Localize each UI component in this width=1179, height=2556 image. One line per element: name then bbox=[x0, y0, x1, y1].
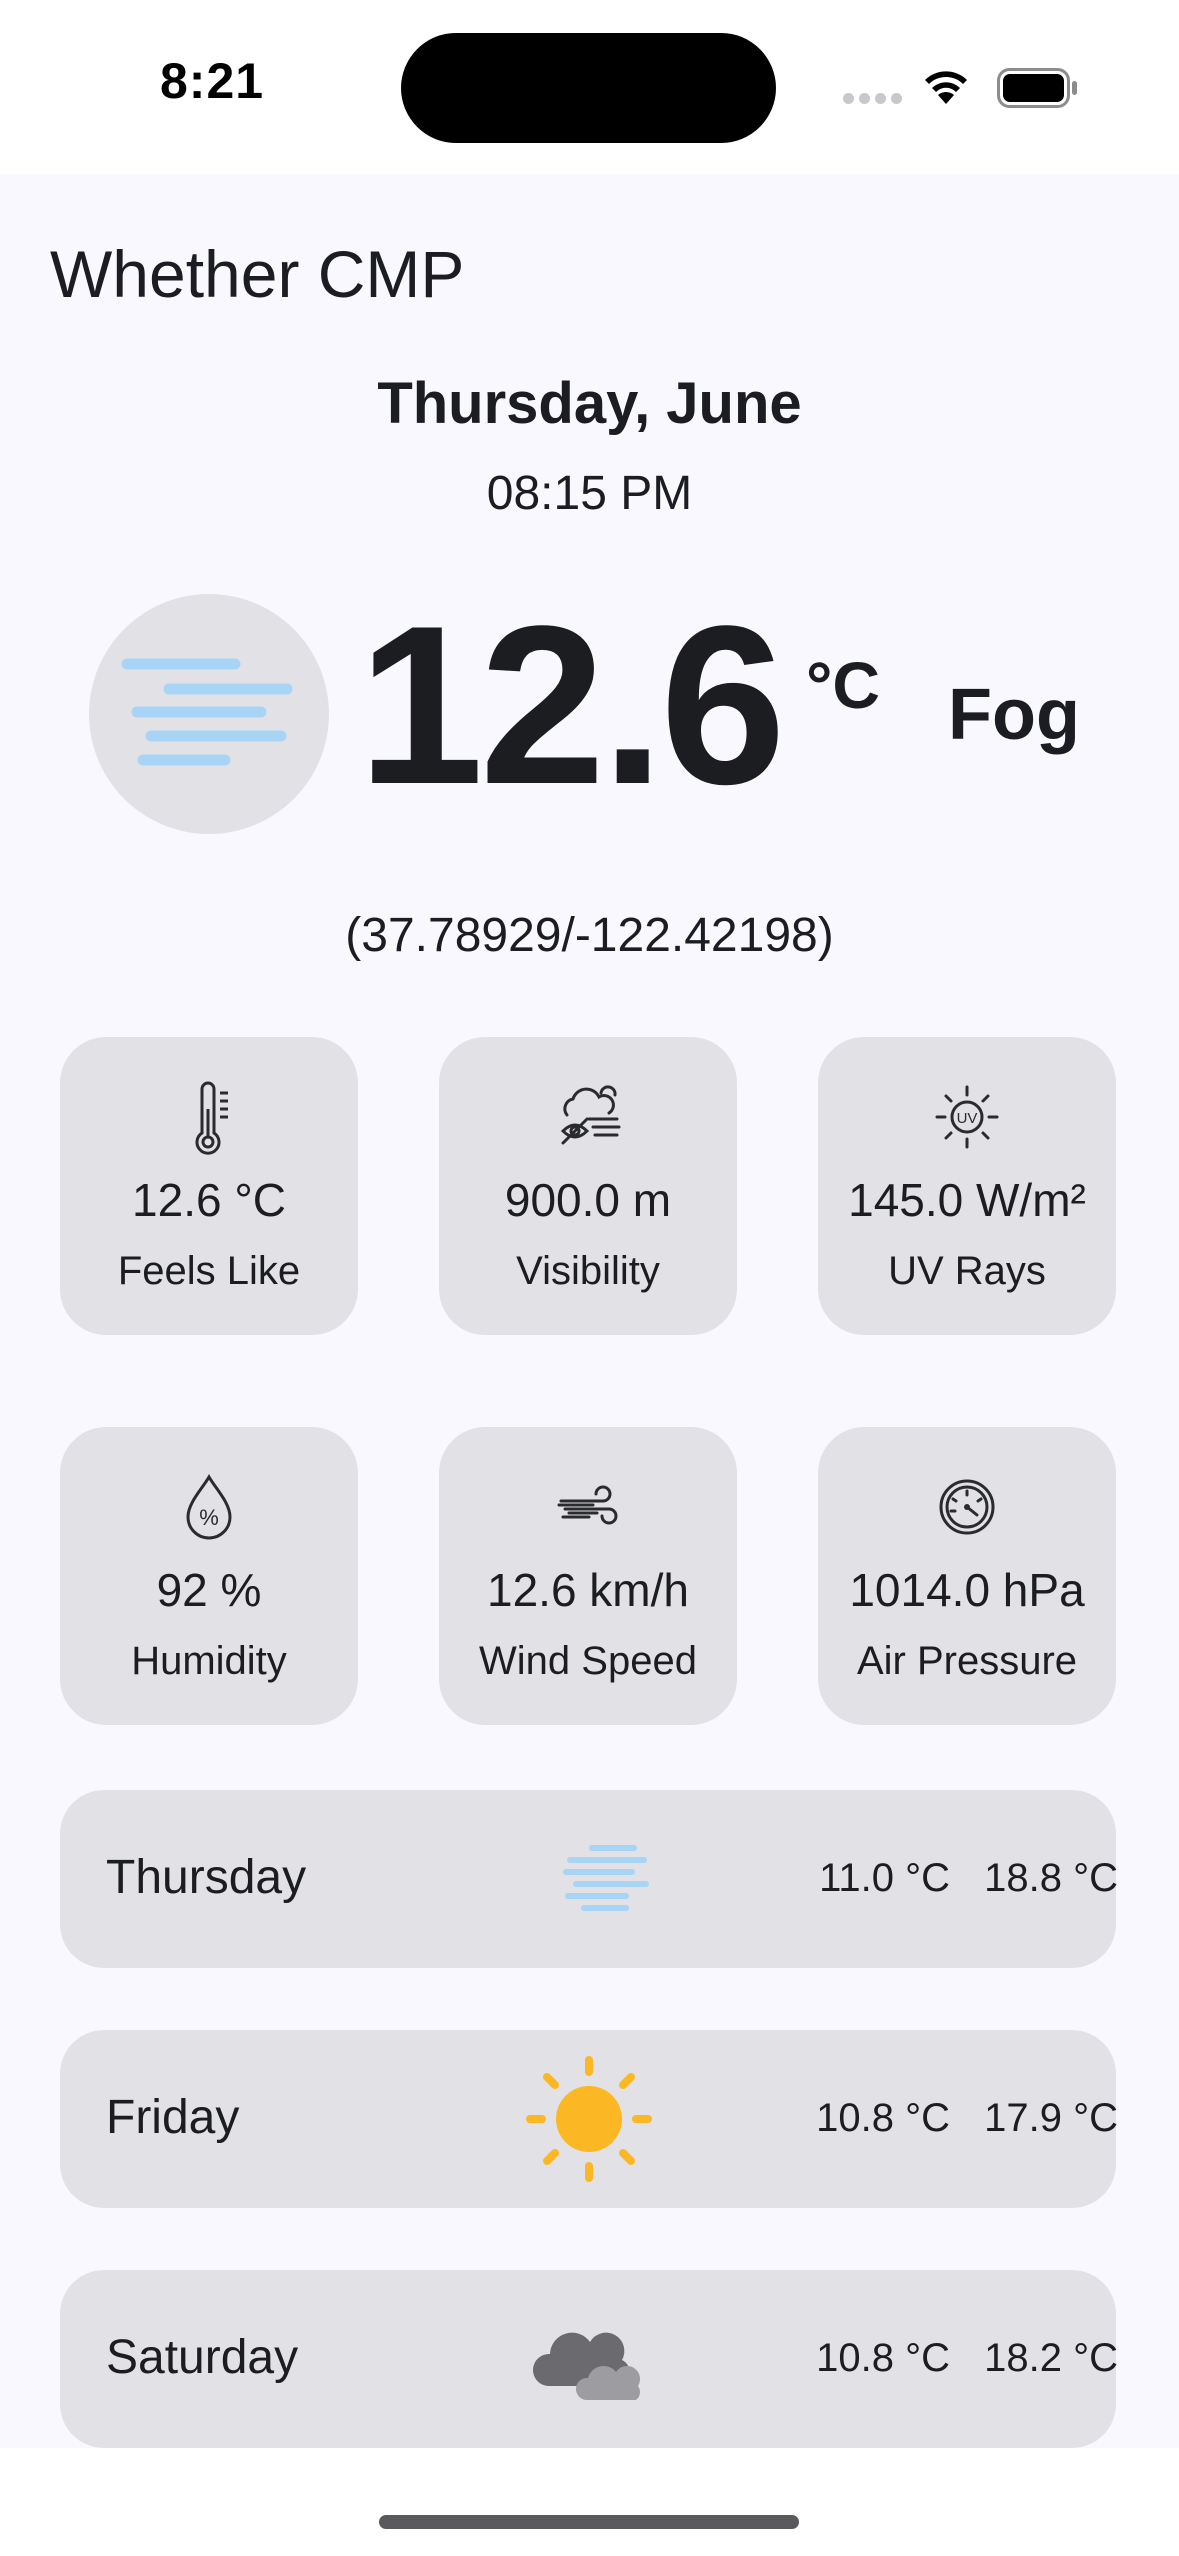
stat-card-feels-like: 12.6 °C Feels Like bbox=[60, 1037, 358, 1335]
battery-icon bbox=[997, 68, 1077, 108]
uv-icon: UV bbox=[935, 1085, 999, 1149]
app-title: Whether CMP bbox=[50, 237, 465, 311]
air-pressure-value: 1014.0 hPa bbox=[849, 1564, 1085, 1616]
stat-card-uv-rays: UV 145.0 W/m² UV Rays bbox=[818, 1037, 1116, 1335]
pressure-gauge-icon bbox=[939, 1479, 995, 1535]
wind-speed-label: Wind Speed bbox=[479, 1639, 697, 1683]
fog-icon bbox=[563, 1845, 649, 1911]
svg-text:%: % bbox=[199, 1505, 219, 1530]
stat-card-air-pressure: 1014.0 hPa Air Pressure bbox=[818, 1427, 1116, 1725]
forecast-min-temp: 11.0 °C bbox=[819, 1856, 950, 1900]
wind-speed-value: 12.6 km/h bbox=[487, 1564, 689, 1616]
dynamic-island bbox=[401, 33, 776, 143]
fog-icon bbox=[121, 658, 293, 766]
status-time: 8:21 bbox=[160, 53, 265, 109]
humidity-value: 92 % bbox=[156, 1564, 262, 1616]
thermometer-icon bbox=[195, 1081, 228, 1155]
temperature-unit: °C bbox=[806, 648, 881, 722]
cloud-icon bbox=[532, 2332, 641, 2400]
main-content: Whether CMP Thursday, June 08:15 PM 12.6… bbox=[0, 174, 1179, 2448]
stat-card-humidity: % 92 % Humidity bbox=[60, 1427, 358, 1725]
visibility-value: 900.0 m bbox=[504, 1174, 672, 1226]
humidity-label: Humidity bbox=[131, 1639, 287, 1683]
weather-screen: 8:21 Whether CMP Thursday, June 08:15 PM bbox=[0, 0, 1179, 2556]
wind-icon bbox=[557, 1485, 618, 1525]
feels-like-label: Feels Like bbox=[117, 1249, 301, 1293]
status-bar: 8:21 bbox=[0, 0, 1179, 174]
svg-text:UV: UV bbox=[957, 1110, 978, 1127]
humidity-icon: % bbox=[186, 1474, 232, 1540]
current-condition: Fog bbox=[948, 675, 1080, 755]
visibility-icon bbox=[560, 1085, 621, 1145]
cellular-signal-icon bbox=[843, 93, 903, 105]
current-time: 08:15 PM bbox=[486, 467, 693, 520]
home-indicator[interactable] bbox=[379, 2515, 799, 2529]
current-condition-icon-circle bbox=[89, 594, 329, 834]
current-date: Thursday, June bbox=[377, 371, 802, 436]
stat-card-wind-speed: 12.6 km/h Wind Speed bbox=[439, 1427, 737, 1725]
forecast-row-friday[interactable]: Friday 10.8 °C 17.9 °C bbox=[60, 2030, 1118, 2208]
forecast-max-temp: 18.8 °C bbox=[984, 1856, 1118, 1900]
forecast-day: Saturday bbox=[106, 2331, 299, 2384]
forecast-max-temp: 17.9 °C bbox=[984, 2096, 1118, 2140]
location-coordinates: (37.78929/-122.42198) bbox=[345, 909, 834, 962]
stat-card-visibility: 900.0 m Visibility bbox=[439, 1037, 737, 1335]
current-temperature: 12.6 bbox=[358, 578, 786, 831]
forecast-row-thursday[interactable]: Thursday 11.0 °C 18.8 °C bbox=[60, 1790, 1118, 1968]
forecast-min-temp: 10.8 °C bbox=[816, 2336, 950, 2380]
feels-like-value: 12.6 °C bbox=[132, 1174, 286, 1226]
uv-rays-value: 145.0 W/m² bbox=[848, 1174, 1086, 1226]
forecast-min-temp: 10.8 °C bbox=[816, 2096, 950, 2140]
uv-rays-label: UV Rays bbox=[888, 1249, 1046, 1293]
sun-icon bbox=[526, 2056, 652, 2182]
wifi-icon bbox=[925, 71, 967, 104]
forecast-row-saturday[interactable]: Saturday 10.8 °C 18.2 °C bbox=[60, 2270, 1118, 2448]
forecast-day: Thursday bbox=[106, 1851, 307, 1904]
visibility-label: Visibility bbox=[516, 1249, 660, 1293]
air-pressure-label: Air Pressure bbox=[856, 1639, 1078, 1683]
forecast-day: Friday bbox=[106, 2091, 240, 2144]
forecast-max-temp: 18.2 °C bbox=[984, 2336, 1118, 2380]
